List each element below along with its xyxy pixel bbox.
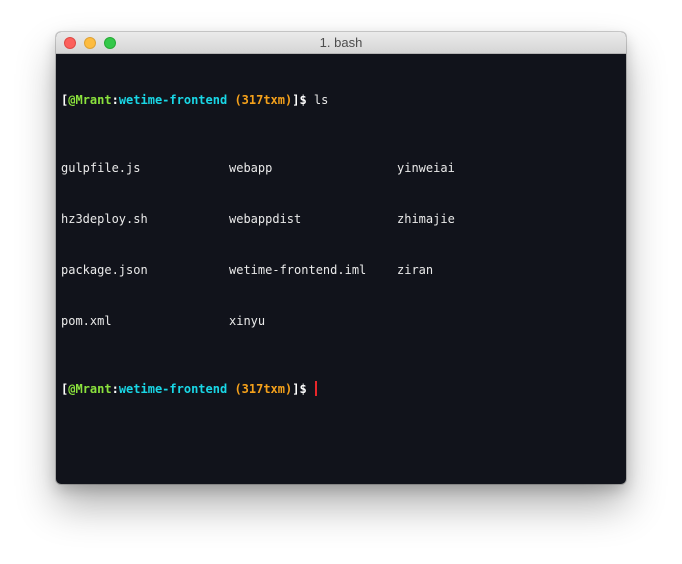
- prompt-user: Mrant: [75, 93, 112, 107]
- ls-row: package.json wetime-frontend.iml ziran: [61, 262, 621, 279]
- prompt-close: ]$: [292, 382, 307, 396]
- ls-entry: pom.xml: [61, 314, 112, 328]
- title-bar[interactable]: 1. bash: [56, 32, 626, 54]
- prompt-user: Mrant: [75, 382, 112, 396]
- ls-entry: yinweiai: [397, 161, 455, 175]
- prompt-branch: (317txm): [234, 93, 293, 107]
- prompt-cwd: wetime-frontend: [118, 93, 228, 107]
- window-title: 1. bash: [319, 35, 363, 50]
- ls-entry: gulpfile.js: [61, 161, 141, 175]
- prompt-line-2: [@Mrant:wetime-frontend (317txm)]$: [61, 381, 621, 398]
- prompt-colon: :: [111, 93, 119, 107]
- ls-entry: wetime-frontend.iml: [229, 263, 367, 277]
- prompt-branch: (317txm): [234, 382, 293, 396]
- terminal-output[interactable]: [@Mrant:wetime-frontend (317txm)]$ ls gu…: [61, 58, 621, 484]
- ls-entry: hz3deploy.sh: [61, 212, 148, 226]
- terminal-window: 1. bash [@Mrant:wetime-frontend (317txm)…: [56, 32, 626, 484]
- ls-entry: xinyu: [229, 314, 266, 328]
- ls-entry: webapp: [229, 161, 273, 175]
- ls-entry: zhimajie: [397, 212, 455, 226]
- text-cursor[interactable]: [314, 381, 317, 396]
- ls-row: hz3deploy.sh webappdist zhimajie: [61, 211, 621, 228]
- ls-row: pom.xml xinyu: [61, 313, 621, 330]
- prompt-line-1: [@Mrant:wetime-frontend (317txm)]$ ls: [61, 92, 621, 109]
- ls-row: gulpfile.js webapp yinweiai: [61, 160, 621, 177]
- ls-entry: package.json: [61, 263, 148, 277]
- prompt-close: ]$: [292, 93, 307, 107]
- ls-entry: ziran: [397, 263, 434, 277]
- prompt-colon: :: [111, 382, 119, 396]
- command-text: ls: [313, 93, 329, 107]
- ls-entry: webappdist: [229, 212, 302, 226]
- prompt-cwd: wetime-frontend: [118, 382, 228, 396]
